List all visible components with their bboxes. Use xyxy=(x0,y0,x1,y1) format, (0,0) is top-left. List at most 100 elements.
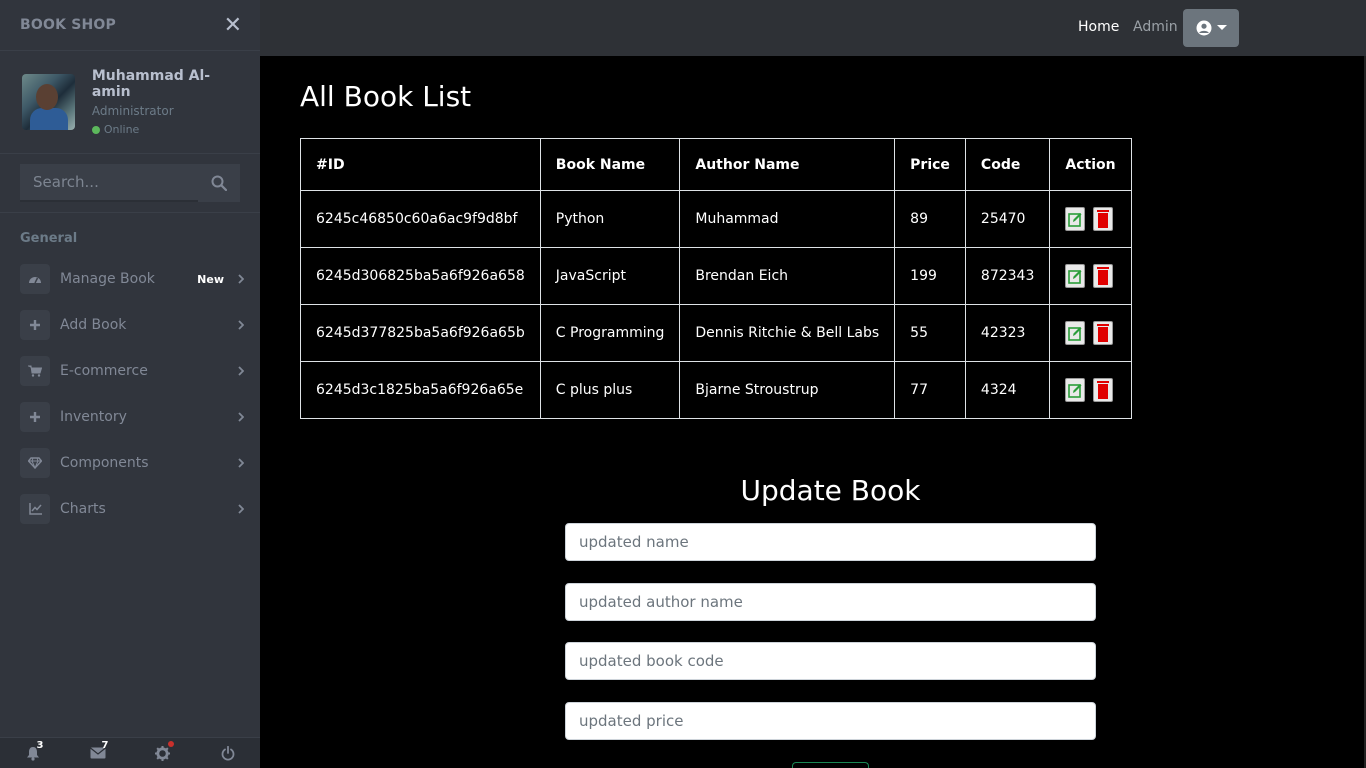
cell-id: 6245c46850c60a6ac9f9d8bf xyxy=(300,190,541,248)
sidebar: BOOK SHOP ✕ Muhammad Al-amin Administrat… xyxy=(0,0,260,768)
sidebar-item-inventory[interactable]: Inventory xyxy=(0,394,260,440)
plus-icon xyxy=(20,310,50,340)
nav-admin-link[interactable]: Admin xyxy=(1133,19,1178,35)
sidebar-item-label: Components xyxy=(60,455,149,471)
edit-icon xyxy=(1068,270,1082,284)
sidebar-item-manage-book[interactable]: Manage Book New xyxy=(0,256,260,302)
table-row: 6245d306825ba5a6f926a658 JavaScript Bren… xyxy=(300,247,1132,305)
user-status-label: Online xyxy=(103,123,140,136)
cell-price: 89 xyxy=(894,190,966,248)
cell-id: 6245d377825ba5a6f926a65b xyxy=(300,304,541,362)
updated-price-input[interactable] xyxy=(565,702,1096,740)
table-row: 6245d3c1825ba5a6f926a65e C plus plus Bja… xyxy=(300,361,1132,419)
user-name: Muhammad Al-amin xyxy=(91,68,211,100)
sidebar-item-e-commerce[interactable]: E-commerce xyxy=(0,348,260,394)
cell-book-name: Python xyxy=(539,190,681,248)
cell-author-name: Dennis Ritchie & Bell Labs xyxy=(679,304,896,362)
chevron-right-icon xyxy=(236,366,246,376)
cell-code: 25470 xyxy=(964,190,1051,248)
chevron-right-icon xyxy=(236,274,246,284)
sidebar-footer: 3 7 xyxy=(0,737,260,768)
edit-button[interactable] xyxy=(1065,207,1086,231)
delete-button[interactable] xyxy=(1093,207,1114,231)
cell-id: 6245d3c1825ba5a6f926a65e xyxy=(300,361,541,419)
cell-author-name: Muhammad xyxy=(679,190,896,248)
gear-icon xyxy=(155,745,170,761)
diamond-icon xyxy=(20,448,50,478)
edit-button[interactable] xyxy=(1065,264,1086,288)
settings-button[interactable] xyxy=(143,739,183,767)
column-header: Code xyxy=(964,138,1051,191)
table-row: 6245c46850c60a6ac9f9d8bf Python Muhammad… xyxy=(300,190,1132,248)
sidebar-brand: BOOK SHOP ✕ xyxy=(0,0,260,50)
caret-down-icon xyxy=(1216,25,1227,30)
trash-icon xyxy=(1097,381,1110,399)
settings-alert-dot xyxy=(167,741,174,747)
book-table: #ID Book Name Author Name Price Code Act… xyxy=(300,138,1132,419)
edit-icon xyxy=(1068,213,1082,227)
cell-actions xyxy=(1049,304,1132,362)
edit-icon xyxy=(1068,327,1082,341)
cell-price: 77 xyxy=(894,361,966,419)
cell-price: 199 xyxy=(894,247,966,305)
delete-button[interactable] xyxy=(1093,264,1114,288)
online-dot-icon xyxy=(91,125,100,134)
column-header: Action xyxy=(1049,138,1132,191)
sidebar-item-label: Manage Book xyxy=(60,271,155,287)
nav-home-link[interactable]: Home xyxy=(1078,19,1119,35)
cell-actions xyxy=(1049,247,1132,305)
trash-icon xyxy=(1097,267,1110,285)
sidebar-search xyxy=(0,154,260,212)
cell-code: 42323 xyxy=(964,304,1051,362)
user-status: Online xyxy=(91,123,240,136)
cart-icon xyxy=(20,356,50,386)
cell-book-name: C plus plus xyxy=(539,361,681,419)
edit-icon xyxy=(1068,384,1082,398)
brand-title[interactable]: BOOK SHOP xyxy=(20,17,116,33)
cell-actions xyxy=(1049,190,1132,248)
sidebar-item-add-book[interactable]: Add Book xyxy=(0,302,260,348)
page-title: All Book List xyxy=(300,80,472,113)
notifications-button[interactable]: 3 xyxy=(13,739,53,767)
user-role: Administrator xyxy=(91,104,174,118)
chevron-right-icon xyxy=(236,458,246,468)
menu-section-header: General xyxy=(20,231,78,246)
cell-book-name: C Programming xyxy=(539,304,681,362)
close-sidebar-icon[interactable]: ✕ xyxy=(224,13,242,38)
column-header: #ID xyxy=(300,138,541,191)
updated-code-input[interactable] xyxy=(565,642,1096,680)
logout-button[interactable] xyxy=(208,739,248,767)
sidebar-item-components[interactable]: Components xyxy=(0,440,260,486)
trash-icon xyxy=(1097,324,1110,342)
chevron-right-icon xyxy=(236,412,246,422)
avatar xyxy=(22,74,75,130)
table-header-row: #ID Book Name Author Name Price Code Act… xyxy=(300,138,1132,191)
edit-button[interactable] xyxy=(1065,321,1086,345)
table-row: 6245d377825ba5a6f926a65b C Programming D… xyxy=(300,304,1132,362)
search-input[interactable] xyxy=(20,164,198,202)
user-menu-dropdown-button[interactable] xyxy=(1183,9,1239,47)
delete-button[interactable] xyxy=(1093,378,1114,402)
trash-icon xyxy=(1097,210,1110,228)
updated-author-input[interactable] xyxy=(565,583,1096,621)
sidebar-item-label: Inventory xyxy=(60,409,127,425)
search-icon[interactable] xyxy=(198,164,240,202)
delete-button[interactable] xyxy=(1093,321,1114,345)
sidebar-item-charts[interactable]: Charts xyxy=(0,486,260,532)
sidebar-item-label: Add Book xyxy=(60,317,127,333)
chart-icon xyxy=(20,494,50,524)
update-submit-button[interactable] xyxy=(792,762,869,768)
cell-book-name: JavaScript xyxy=(539,247,681,305)
update-form-title: Update Book xyxy=(740,474,921,507)
chevron-right-icon xyxy=(236,504,246,514)
user-circle-icon xyxy=(1196,20,1211,36)
updated-name-input[interactable] xyxy=(565,523,1096,561)
cell-id: 6245d306825ba5a6f926a658 xyxy=(300,247,541,305)
messages-button[interactable]: 7 xyxy=(78,739,118,767)
column-header: Book Name xyxy=(539,138,681,191)
tachometer-icon xyxy=(20,264,50,294)
messages-count: 7 xyxy=(101,740,109,751)
new-badge: New xyxy=(197,272,224,286)
edit-button[interactable] xyxy=(1065,378,1086,402)
main-content: All Book List #ID Book Name Author Name … xyxy=(260,56,1366,768)
